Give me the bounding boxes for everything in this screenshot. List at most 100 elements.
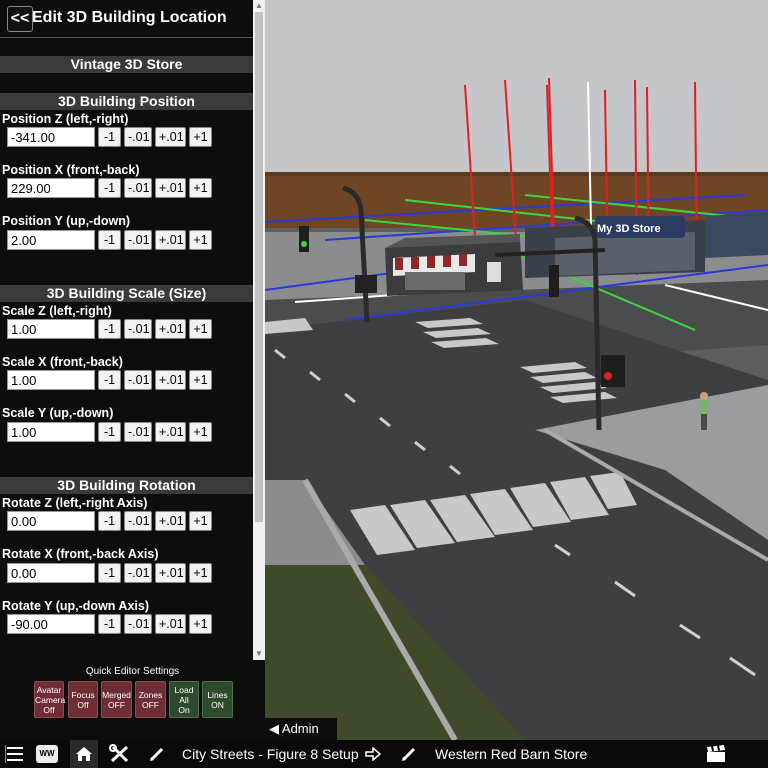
scale-y-minus-01-button[interactable]: -.01 (124, 422, 152, 442)
tools-icon[interactable] (106, 740, 134, 768)
rotate-x-minus-01-button[interactable]: -.01 (124, 563, 152, 583)
rotate-y-minus-1-button[interactable]: -1 (98, 614, 121, 634)
scale-x-plus-1-button[interactable]: +1 (189, 370, 212, 390)
rotate-x-plus-01-button[interactable]: +.01 (155, 563, 186, 583)
toggle-state: OFF (108, 699, 125, 710)
scale-z-minus-1-button[interactable]: -1 (98, 319, 121, 339)
rotate-x-label: Rotate X (front,-back Axis) (2, 547, 159, 561)
toggle-label: Merged (102, 689, 131, 700)
position-x-row: -1 -.01 +.01 +1 (7, 178, 212, 198)
position-x-plus-1-button[interactable]: +1 (189, 178, 212, 198)
position-y-plus-01-button[interactable]: +.01 (155, 230, 186, 250)
scale-y-plus-01-button[interactable]: +.01 (155, 422, 186, 442)
focus-toggle[interactable]: Focus Off (68, 681, 98, 718)
rotate-y-minus-01-button[interactable]: -.01 (124, 614, 152, 634)
clapperboard-icon[interactable] (704, 740, 728, 768)
rotate-z-minus-1-button[interactable]: -1 (98, 511, 121, 531)
toggle-state: Off (77, 699, 89, 710)
scale-z-plus-01-button[interactable]: +.01 (155, 319, 186, 339)
panel-title: Edit 3D Building Location (32, 9, 227, 26)
merged-toggle[interactable]: Merged OFF (101, 681, 132, 718)
toggle-label: Focus (71, 689, 95, 700)
toggle-label: Avatar (36, 684, 62, 695)
scale-z-input[interactable] (7, 319, 95, 339)
scale-z-label: Scale Z (left,-right) (2, 304, 112, 318)
rotate-x-minus-1-button[interactable]: -1 (98, 563, 121, 583)
position-x-minus-01-button[interactable]: -.01 (124, 178, 152, 198)
position-z-input[interactable] (7, 127, 95, 147)
rotate-y-label: Rotate Y (up,-down Axis) (2, 599, 149, 613)
scene-viewport[interactable]: My 3D Store (265, 0, 768, 740)
position-x-minus-1-button[interactable]: -1 (98, 178, 121, 198)
edit-panel: << Edit 3D Building Location Vintage 3D … (0, 0, 265, 740)
scale-x-input[interactable] (7, 370, 95, 390)
position-y-input[interactable] (7, 230, 95, 250)
position-y-row: -1 -.01 +.01 +1 (7, 230, 212, 250)
position-z-plus-01-button[interactable]: +.01 (155, 127, 186, 147)
scale-x-row: -1 -.01 +.01 +1 (7, 370, 212, 390)
pencil-icon[interactable] (146, 740, 168, 768)
rotate-z-input[interactable] (7, 511, 95, 531)
quick-editor-settings: Quick Editor Settings Avatar Camera Off … (0, 660, 265, 740)
chevron-left-icon: ◀ (269, 721, 279, 736)
bottom-toolbar: WW City Streets - Figure 8 Setup Western… (0, 740, 768, 768)
building-name: Vintage 3D Store (0, 56, 253, 73)
rotate-z-plus-01-button[interactable]: +.01 (155, 511, 186, 531)
position-y-minus-1-button[interactable]: -1 (98, 230, 121, 250)
position-z-plus-1-button[interactable]: +1 (189, 127, 212, 147)
city-label: City Streets - Figure 8 Setup (182, 746, 359, 762)
scale-z-row: -1 -.01 +.01 +1 (7, 319, 212, 339)
panel-header: << Edit 3D Building Location (0, 0, 253, 38)
lines-toggle[interactable]: Lines ON (202, 681, 233, 718)
app-root: My 3D Store << Edit 3D Building Location… (0, 0, 768, 768)
section-rotation-title: 3D Building Rotation (0, 477, 253, 494)
city-streets-link[interactable]: City Streets - Figure 8 Setup (182, 740, 359, 768)
scale-x-plus-01-button[interactable]: +.01 (155, 370, 186, 390)
position-x-input[interactable] (7, 178, 95, 198)
back-button[interactable]: << (7, 6, 33, 32)
position-z-minus-01-button[interactable]: -.01 (124, 127, 152, 147)
rotate-x-row: -1 -.01 +.01 +1 (7, 563, 212, 583)
scale-z-minus-01-button[interactable]: -.01 (124, 319, 152, 339)
home-icon[interactable] (70, 740, 98, 768)
rotate-y-row: -1 -.01 +.01 +1 (7, 614, 212, 634)
store-pencil-icon[interactable] (398, 740, 420, 768)
scale-x-minus-1-button[interactable]: -1 (98, 370, 121, 390)
admin-tab[interactable]: ◀ Admin (265, 718, 337, 740)
arrow-right-icon[interactable] (362, 740, 384, 768)
panel-scrollbar[interactable]: ▲ ▼ (253, 0, 265, 660)
rotate-x-input[interactable] (7, 563, 95, 583)
toggle-state: Off (43, 704, 55, 715)
scroll-down-icon[interactable]: ▼ (253, 648, 265, 660)
quick-settings-title: Quick Editor Settings (85, 666, 180, 677)
toggle-state: On (178, 704, 190, 715)
position-x-plus-01-button[interactable]: +.01 (155, 178, 186, 198)
load-all-toggle[interactable]: Load All On (169, 681, 199, 718)
zones-toggle[interactable]: Zones OFF (135, 681, 166, 718)
rotate-y-plus-01-button[interactable]: +.01 (155, 614, 186, 634)
toggle-state: ON (211, 699, 224, 710)
rotate-x-plus-1-button[interactable]: +1 (189, 563, 212, 583)
ww-logo-icon[interactable]: WW (34, 740, 60, 768)
scale-y-plus-1-button[interactable]: +1 (189, 422, 212, 442)
rotate-y-input[interactable] (7, 614, 95, 634)
position-z-minus-1-button[interactable]: -1 (98, 127, 121, 147)
hamburger-icon[interactable] (2, 740, 28, 768)
rotate-z-minus-01-button[interactable]: -.01 (124, 511, 152, 531)
store-link[interactable]: Western Red Barn Store (435, 740, 587, 768)
position-y-plus-1-button[interactable]: +1 (189, 230, 212, 250)
scale-x-minus-01-button[interactable]: -.01 (124, 370, 152, 390)
scroll-thumb[interactable] (255, 12, 263, 522)
ww-logo-label: WW (36, 745, 58, 763)
scale-y-minus-1-button[interactable]: -1 (98, 422, 121, 442)
scale-z-plus-1-button[interactable]: +1 (189, 319, 212, 339)
scroll-up-icon[interactable]: ▲ (253, 0, 265, 12)
scale-y-input[interactable] (7, 422, 95, 442)
position-y-minus-01-button[interactable]: -.01 (124, 230, 152, 250)
avatar-camera-toggle[interactable]: Avatar Camera Off (34, 681, 65, 718)
rotate-z-plus-1-button[interactable]: +1 (189, 511, 212, 531)
section-position-title: 3D Building Position (0, 93, 253, 110)
store-label: Western Red Barn Store (435, 746, 588, 762)
position-z-label: Position Z (left,-right) (2, 112, 129, 126)
rotate-y-plus-1-button[interactable]: +1 (189, 614, 212, 634)
